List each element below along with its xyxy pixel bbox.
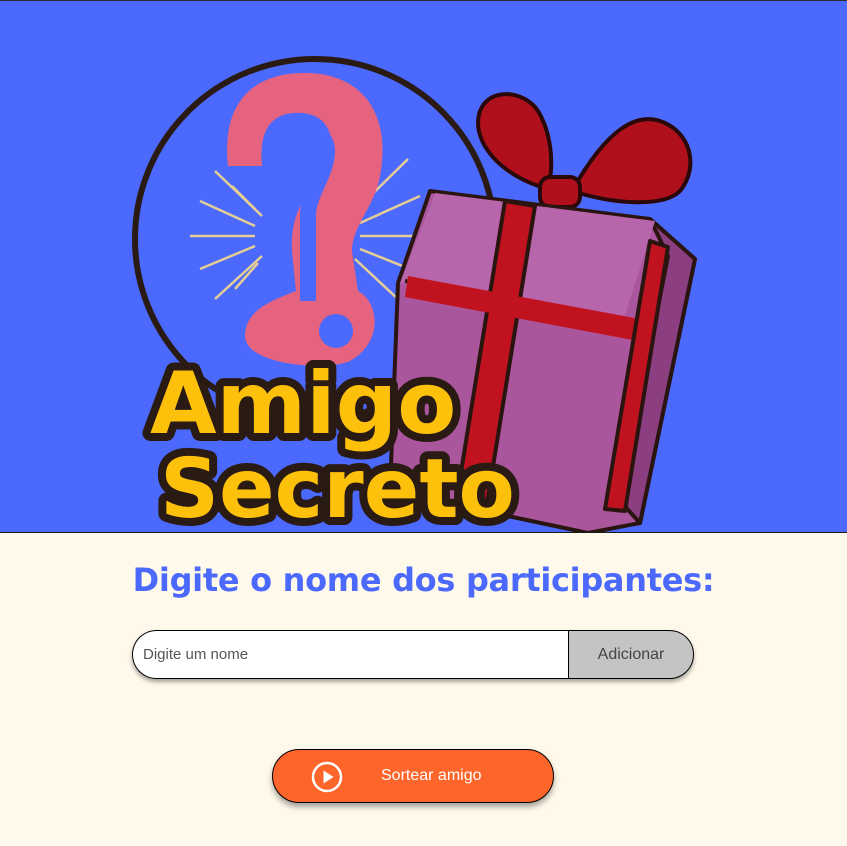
draw-friend-button[interactable]: Sortear amigo (272, 749, 554, 803)
secret-friend-logo: Amigo Amigo Secreto Secreto (132, 56, 697, 533)
draw-button-label: Sortear amigo (381, 767, 482, 784)
name-input-group: Adicionar (132, 630, 694, 679)
gift-bow-icon (476, 92, 693, 209)
logo-line1: Amigo (150, 354, 456, 454)
add-button[interactable]: Adicionar (568, 630, 694, 679)
header-banner: Amigo Amigo Secreto Secreto (0, 0, 847, 533)
question-mark-icon (227, 73, 383, 366)
logo-line2: Secreto (160, 442, 515, 533)
play-circle-icon (311, 761, 343, 793)
section-title: Digite o nome dos participantes: (132, 561, 715, 599)
main-section: Digite o nome dos participantes: Adicion… (0, 533, 847, 846)
name-input[interactable] (132, 630, 568, 679)
